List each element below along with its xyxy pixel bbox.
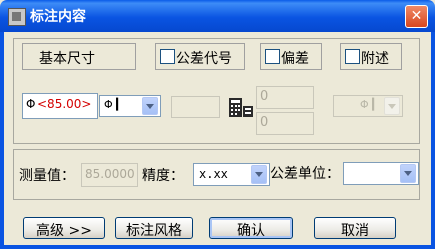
precision-combo-arrow[interactable] [251,165,267,184]
right-symbol-combo-value: Φ ▎ [360,98,381,111]
deviation-check[interactable] [265,49,280,64]
symbol-combo[interactable]: Φ ▎ [99,95,161,117]
tolerance-unit-combo[interactable] [343,162,419,185]
precision-label: 精度： [142,168,184,184]
lower-deviation-input: 0 [256,112,314,135]
measure-label: 测量值： [19,168,75,184]
lower-deviation-value: 0 [260,115,269,130]
tolerance-code-label: 公差代号 [176,51,232,67]
note-checkbox[interactable]: 附述 [340,43,402,70]
deviation-label: 偏差 [281,51,309,67]
symbol-combo-arrow[interactable] [142,97,158,115]
close-icon: ✕ [410,8,423,24]
cancel-button[interactable]: 取消 [314,217,396,239]
dimension-value: <85.00> [37,97,92,111]
tolerance-unit-arrow[interactable] [400,164,416,183]
advanced-button[interactable]: 高级 >> [23,217,105,239]
dimension-style-button[interactable]: 标注风格 [115,217,193,239]
symbol-combo-value: Φ ▎ [104,98,125,111]
tolerance-unit-label: 公差单位： [270,166,340,182]
right-symbol-combo-arrow [384,97,400,115]
precision-combo-value: x.xx [199,167,228,181]
window-title: 标注内容 [30,9,86,25]
calculator-icon[interactable] [228,97,254,119]
window-frame-left [0,32,4,249]
advanced-button-label: 高级 >> [36,223,92,239]
chevron-down-icon [388,104,396,109]
title-bar: 标注内容 ✕ [0,0,435,32]
chevron-down-icon [255,172,263,177]
dimension-style-button-label: 标注风格 [126,223,182,239]
note-label: 附述 [361,51,389,67]
deviation-checkbox[interactable]: 偏差 [260,43,322,70]
basic-size-box: 基本尺寸 [22,43,136,70]
chevron-down-icon [146,104,154,109]
tolerance-code-check[interactable] [160,49,175,64]
app-icon [8,8,26,26]
ok-button[interactable]: 确认 [209,217,293,239]
window-frame-right [431,32,435,249]
placeholder-box [171,96,220,118]
dialog-window: 标注内容 ✕ 基本尺寸 公差代号 偏差 附述 Φ <85.00> Φ ▎ 0 0… [0,0,435,249]
basic-size-label: 基本尺寸 [39,51,95,67]
upper-deviation-input: 0 [256,86,314,109]
note-check[interactable] [345,49,360,64]
dimension-text-input[interactable]: Φ <85.00> [22,93,98,119]
ok-button-label: 确认 [237,223,265,239]
window-frame-bottom [0,245,435,249]
measure-value-input: 85.0000 [81,163,138,187]
cancel-button-label: 取消 [341,223,369,239]
close-button[interactable]: ✕ [405,5,428,28]
precision-combo[interactable]: x.xx [193,163,270,186]
dimension-prefix: Φ [26,97,36,111]
chevron-down-icon [404,171,412,176]
right-symbol-combo: Φ ▎ [333,95,403,117]
upper-deviation-value: 0 [260,89,269,104]
measure-value: 85.0000 [85,167,135,181]
tolerance-code-checkbox[interactable]: 公差代号 [155,43,245,70]
